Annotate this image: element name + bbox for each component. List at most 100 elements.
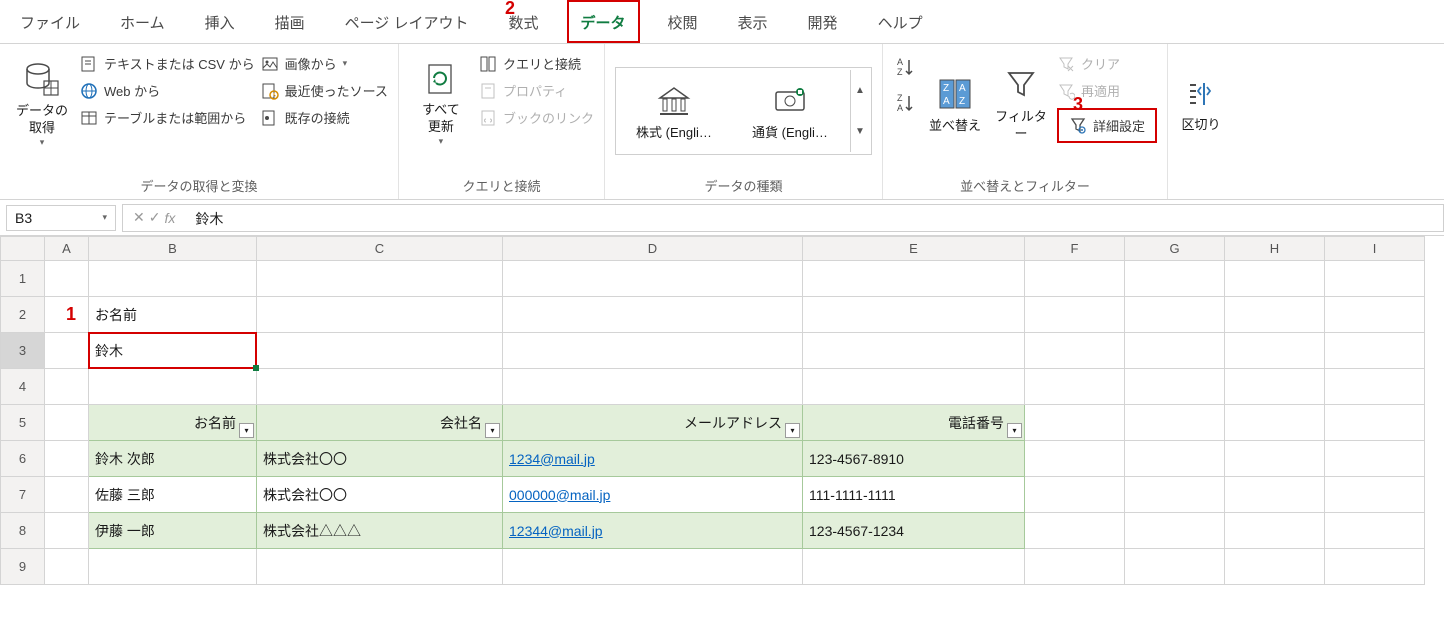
col-header[interactable]: E (803, 237, 1025, 261)
row-header[interactable]: 6 (1, 441, 45, 477)
refresh-icon (424, 62, 458, 96)
filter-dropdown[interactable]: ▾ (785, 423, 800, 438)
group-queries: すべて 更新 ▾ クエリと接続 プロパティ ブックのリンク クエリと接続 (399, 44, 605, 199)
mail-link[interactable]: 000000@mail.jp (509, 487, 610, 503)
row-header[interactable]: 9 (1, 549, 45, 585)
table-header[interactable]: メールアドレス▾ (503, 405, 803, 441)
database-icon (24, 61, 60, 97)
stocks-type[interactable]: 株式 (Engli… (618, 82, 730, 141)
row-header[interactable]: 8 (1, 513, 45, 549)
tab-view[interactable]: 表示 (726, 2, 780, 41)
cell[interactable]: 株式会社〇〇 (257, 477, 503, 513)
cell-selected[interactable]: 鈴木 (89, 333, 257, 369)
row-header[interactable]: 3 (1, 333, 45, 369)
tab-insert[interactable]: 挿入 (193, 2, 247, 41)
currency-type[interactable]: 通貨 (Engli… (734, 82, 846, 141)
tab-draw[interactable]: 描画 (263, 2, 317, 41)
group-label: クエリと接続 (409, 172, 594, 195)
existing-connections-button[interactable]: 既存の接続 (261, 108, 388, 127)
refresh-all-button[interactable]: すべて 更新 ▾ (409, 50, 473, 160)
group-label: 並べ替えとフィルター (893, 172, 1157, 195)
advanced-filter-button[interactable]: 詳細設定 (1057, 108, 1157, 143)
workbook-links-button[interactable]: ブックのリンク (479, 108, 594, 127)
filter-dropdown[interactable]: ▾ (485, 423, 500, 438)
tab-data[interactable]: データ (567, 0, 640, 43)
col-header[interactable]: D (503, 237, 803, 261)
formula-input[interactable]: 鈴木 (185, 204, 1444, 232)
cell[interactable]: 000000@mail.jp (503, 477, 803, 513)
recent-sources-button[interactable]: 最近使ったソース (261, 81, 388, 100)
tab-pagelayout[interactable]: ページ レイアウト (333, 2, 481, 41)
col-header[interactable]: I (1325, 237, 1425, 261)
sort-asc-icon[interactable]: AZ (895, 56, 917, 78)
row-header[interactable]: 2 (1, 297, 45, 333)
cell[interactable]: 111-1111-1111 (803, 477, 1025, 513)
filter-button[interactable]: フィルター (991, 50, 1051, 160)
properties-button[interactable]: プロパティ (479, 81, 594, 100)
get-data-button[interactable]: データの 取得 ▾ (10, 50, 74, 160)
sort-button[interactable]: ZAAZ 並べ替え (925, 50, 985, 160)
cell[interactable]: 鈴木 次郎 (89, 441, 257, 477)
table-header[interactable]: 電話番号▾ (803, 405, 1025, 441)
currency-icon (770, 82, 810, 122)
filter-dropdown[interactable]: ▾ (1007, 423, 1022, 438)
svg-text:A: A (959, 83, 966, 94)
formula-bar: B3 ▾ ✕ ✓ fx 鈴木 (0, 200, 1444, 236)
worksheet[interactable]: 1 A B C D E F G H I 1 2 お名前 3 鈴木 4 5 お名前… (0, 236, 1444, 585)
connection-icon (261, 109, 279, 127)
formula-bar-controls: ✕ ✓ fx (122, 204, 185, 232)
col-header[interactable]: F (1025, 237, 1125, 261)
chevron-down-icon[interactable]: ▾ (102, 212, 107, 223)
col-header[interactable]: C (257, 237, 503, 261)
tab-file[interactable]: ファイル (8, 2, 92, 41)
from-table-range-button[interactable]: テーブルまたは範囲から (80, 108, 255, 127)
select-all[interactable] (1, 237, 45, 261)
gallery-up[interactable]: ▲ (851, 70, 869, 111)
cell[interactable]: 123-4567-8910 (803, 441, 1025, 477)
queries-connections-button[interactable]: クエリと接続 (479, 54, 594, 73)
row-header[interactable]: 5 (1, 405, 45, 441)
mail-link[interactable]: 1234@mail.jp (509, 451, 595, 467)
fx-icon[interactable]: fx (164, 210, 175, 226)
tab-home[interactable]: ホーム (108, 2, 177, 41)
table-header[interactable]: お名前▾ (89, 405, 257, 441)
group-sort-filter: 3 AZ ZA ZAAZ 並べ替え フィルター クリア 再適用 詳細設定 並べ替… (883, 44, 1168, 199)
tab-review[interactable]: 校閲 (656, 2, 710, 41)
reapply-button[interactable]: 再適用 (1057, 81, 1157, 100)
data-type-gallery[interactable]: 株式 (Engli… 通貨 (Engli… ▲ ▼ (615, 67, 872, 155)
row-header[interactable]: 1 (1, 261, 45, 297)
col-header[interactable]: A (45, 237, 89, 261)
row-header[interactable]: 4 (1, 369, 45, 405)
col-header[interactable]: B (89, 237, 257, 261)
cell[interactable]: 株式会社△△△ (257, 513, 503, 549)
col-header[interactable]: G (1125, 237, 1225, 261)
gallery-down[interactable]: ▼ (851, 111, 869, 152)
sort-desc-icon[interactable]: ZA (895, 92, 917, 114)
filter-dropdown[interactable]: ▾ (239, 423, 254, 438)
tab-help[interactable]: ヘルプ (866, 2, 935, 41)
funnel-icon (1003, 67, 1039, 103)
funnel-clear-icon (1057, 55, 1075, 73)
cell[interactable]: 伊藤 一郎 (89, 513, 257, 549)
from-picture-button[interactable]: 画像から▾ (261, 54, 388, 73)
cell[interactable]: お名前 (89, 297, 257, 333)
name-box[interactable]: B3 ▾ (6, 205, 116, 231)
cell[interactable]: 1234@mail.jp (503, 441, 803, 477)
cancel-icon[interactable]: ✕ (133, 209, 145, 226)
mail-link[interactable]: 12344@mail.jp (509, 523, 603, 539)
from-text-csv-button[interactable]: テキストまたは CSV から (80, 54, 255, 73)
cell[interactable]: 株式会社〇〇 (257, 441, 503, 477)
from-web-button[interactable]: Web から (80, 81, 255, 100)
table-header[interactable]: 会社名▾ (257, 405, 503, 441)
clear-filter-button[interactable]: クリア (1057, 54, 1157, 73)
text-to-columns-button[interactable]: 区切り (1178, 50, 1224, 160)
col-header[interactable]: H (1225, 237, 1325, 261)
row-header[interactable]: 7 (1, 477, 45, 513)
enter-icon[interactable]: ✓ (149, 209, 161, 226)
cell[interactable]: 12344@mail.jp (503, 513, 803, 549)
tab-developer[interactable]: 開発 (796, 2, 850, 41)
cell[interactable]: 佐藤 三郎 (89, 477, 257, 513)
svg-text:A: A (897, 103, 903, 113)
recent-icon (261, 82, 279, 100)
cell[interactable]: 123-4567-1234 (803, 513, 1025, 549)
